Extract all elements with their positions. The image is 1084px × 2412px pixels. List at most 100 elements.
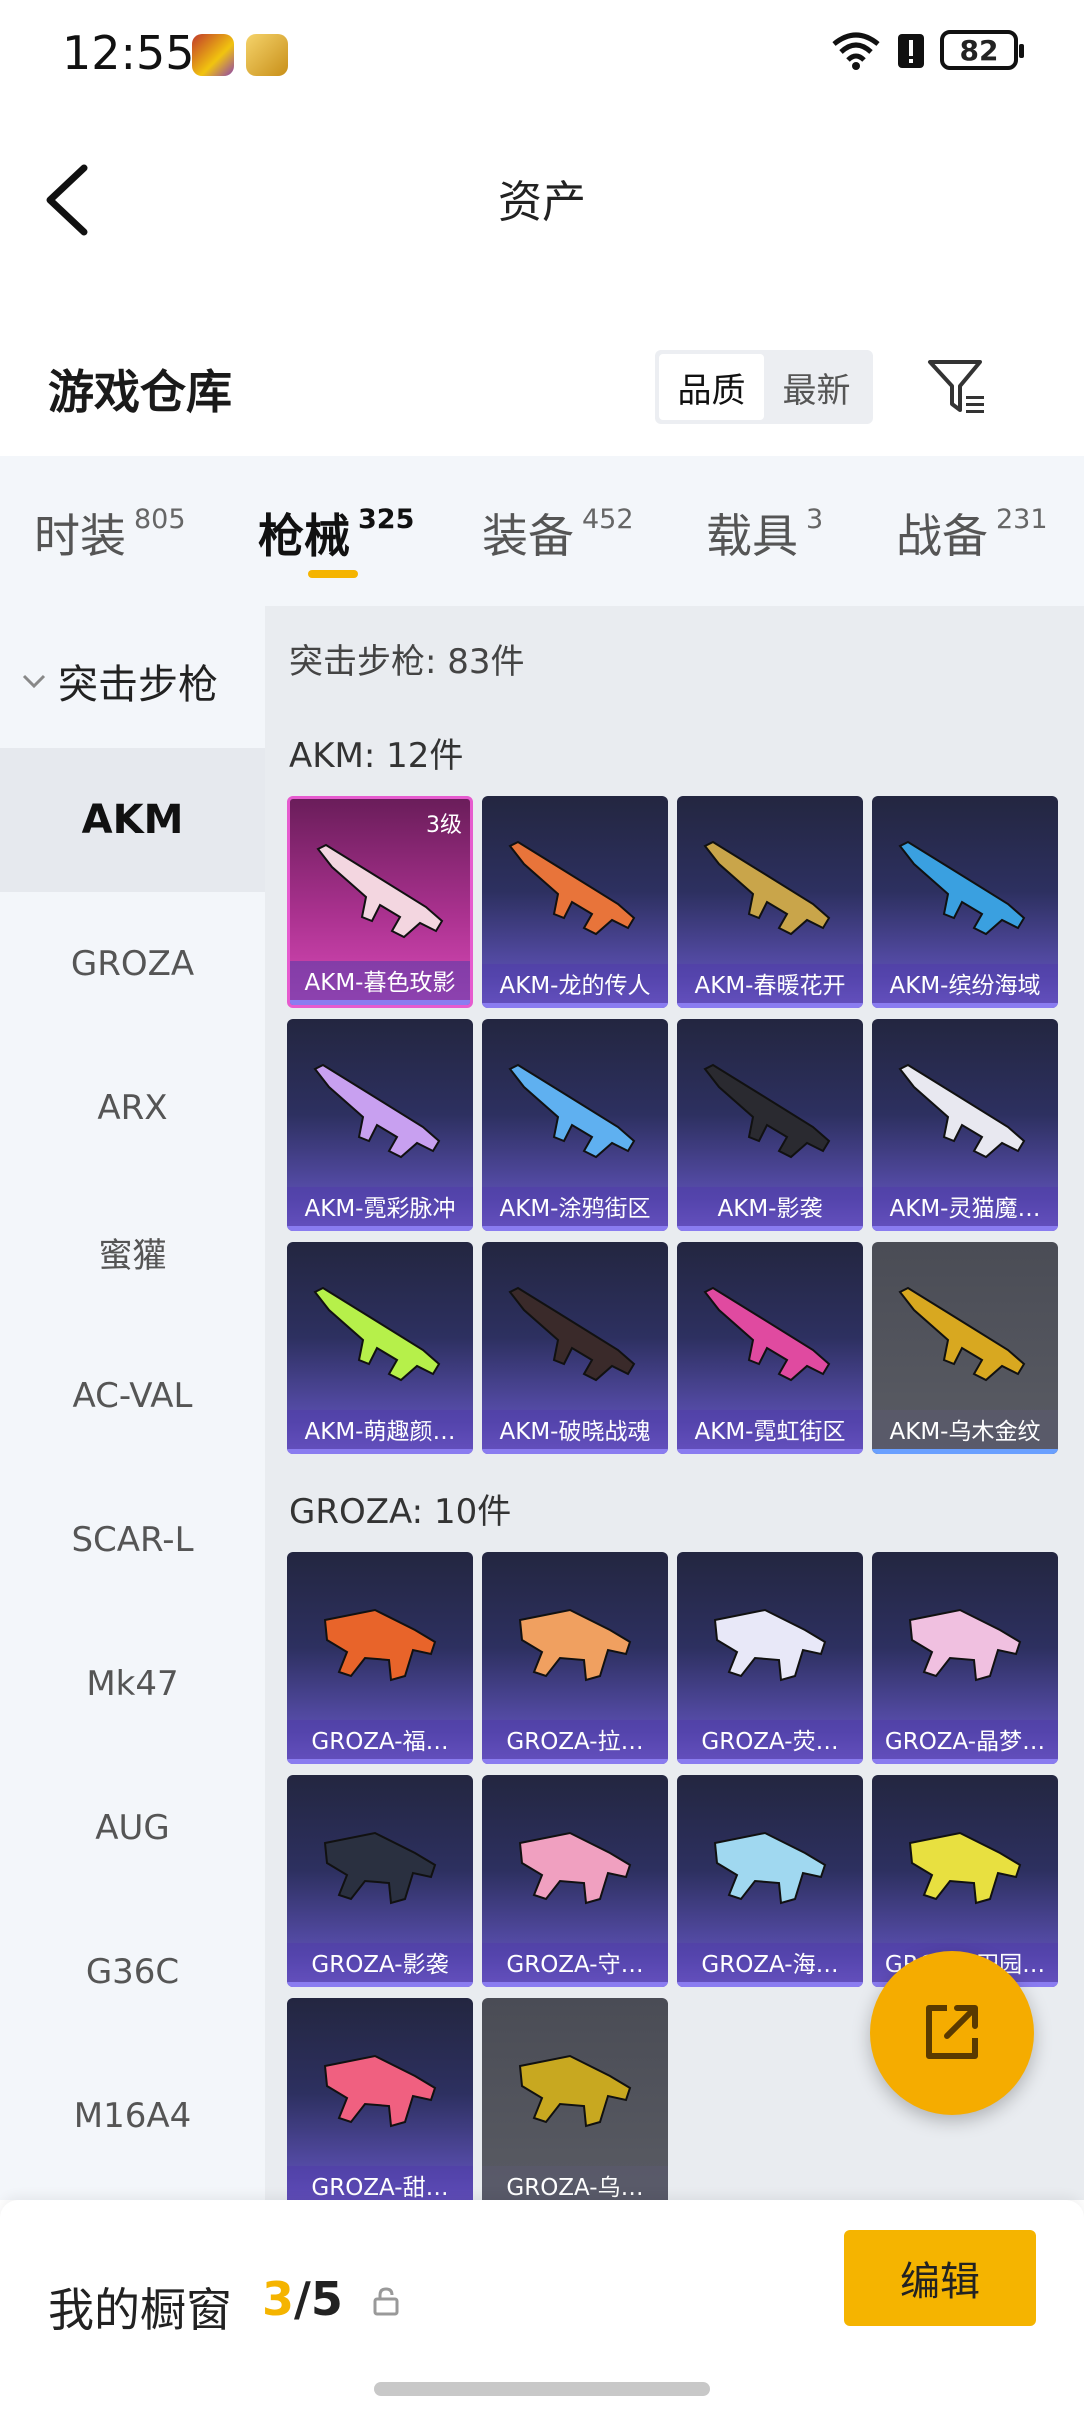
weapon-image bbox=[908, 1608, 1022, 1682]
sidebar-item-scar-l[interactable]: SCAR-L bbox=[0, 1468, 265, 1612]
sidebar-item-akm[interactable]: AKM bbox=[0, 748, 265, 892]
filter-icon[interactable] bbox=[926, 356, 990, 416]
weapon-image bbox=[323, 1608, 437, 1682]
weapon-card[interactable]: AKM-霓虹街区 bbox=[677, 1242, 863, 1454]
weapon-card[interactable]: GROZA-海… bbox=[677, 1775, 863, 1987]
group-title-akm: AKM: 12件 bbox=[289, 736, 464, 776]
weapon-card[interactable]: AKM-霓彩脉冲 bbox=[287, 1019, 473, 1231]
sidebar-category[interactable]: 突击步枪 bbox=[20, 652, 218, 710]
tab-vehicles[interactable]: 载具 3 bbox=[706, 500, 823, 566]
weapon-name: AKM-春暖花开 bbox=[677, 964, 863, 1008]
weapon-card[interactable]: AKM-春暖花开 bbox=[677, 796, 863, 1008]
weapon-card[interactable]: 3级 AKM-暮色玫影 bbox=[287, 796, 473, 1008]
weapon-name: AKM-乌木金纹 bbox=[872, 1410, 1058, 1454]
chevron-down-icon bbox=[22, 674, 46, 689]
weapon-image bbox=[898, 1063, 1026, 1159]
weapon-card[interactable]: AKM-涂鸦街区 bbox=[482, 1019, 668, 1231]
weapon-card[interactable]: AKM-灵猫魔… bbox=[872, 1019, 1058, 1231]
quality-bar bbox=[482, 1226, 668, 1231]
weapon-name: GROZA-荧… bbox=[677, 1720, 863, 1764]
edit-button[interactable]: 编辑 bbox=[844, 2230, 1036, 2326]
showcase-current: 3 bbox=[262, 2272, 295, 2326]
group-title-groza: GROZA: 10件 bbox=[289, 1492, 512, 1532]
sidebar-item-arx[interactable]: ARX bbox=[0, 1036, 265, 1180]
weapon-card[interactable]: GROZA-福… bbox=[287, 1552, 473, 1764]
title-bar: 资产 bbox=[0, 130, 1084, 260]
quality-bar bbox=[482, 1003, 668, 1008]
tab-count: 452 bbox=[582, 504, 634, 535]
weapon-card[interactable]: GROZA-甜… bbox=[287, 1998, 473, 2200]
weapon-card[interactable]: GROZA-影袭 bbox=[287, 1775, 473, 1987]
sidebar-item-g36c[interactable]: G36C bbox=[0, 1900, 265, 2044]
quality-bar bbox=[677, 1449, 863, 1454]
weapon-image bbox=[518, 1831, 632, 1905]
wifi-icon bbox=[832, 32, 880, 70]
share-fab[interactable] bbox=[870, 1951, 1034, 2115]
tab-equipment[interactable]: 装备 452 bbox=[482, 500, 634, 566]
weapon-card[interactable]: AKM-龙的传人 bbox=[482, 796, 668, 1008]
section-title: 游戏仓库 bbox=[48, 365, 232, 419]
weapon-name: GROZA-福… bbox=[287, 1720, 473, 1764]
weapon-card[interactable]: GROZA-拉… bbox=[482, 1552, 668, 1764]
tab-label: 装备 bbox=[482, 509, 574, 563]
weapon-card[interactable]: GROZA-荧… bbox=[677, 1552, 863, 1764]
weapon-image bbox=[908, 1831, 1022, 1905]
alert-icon bbox=[898, 34, 924, 68]
sidebar-item-ac-val[interactable]: AC-VAL bbox=[0, 1324, 265, 1468]
active-tab-indicator bbox=[308, 570, 358, 578]
tab-count: 325 bbox=[358, 504, 415, 535]
category-summary: 突击步枪: 83件 bbox=[289, 642, 525, 682]
weapon-name: AKM-缤纷海域 bbox=[872, 964, 1058, 1008]
game-app-icon bbox=[192, 34, 234, 76]
sidebar-item-groza[interactable]: GROZA bbox=[0, 892, 265, 1036]
weapon-image bbox=[713, 1608, 827, 1682]
tab-gear[interactable]: 战备 231 bbox=[896, 500, 1048, 566]
weapon-name: GROZA-海… bbox=[677, 1943, 863, 1987]
weapon-card[interactable]: AKM-乌木金纹 bbox=[872, 1242, 1058, 1454]
weapon-image bbox=[898, 1286, 1026, 1382]
weapon-card[interactable]: GROZA-乌… bbox=[482, 1998, 668, 2200]
quality-bar bbox=[287, 1226, 473, 1231]
sidebar-category-label: 突击步枪 bbox=[58, 662, 218, 708]
weapon-image bbox=[518, 2054, 632, 2128]
tab-count: 3 bbox=[806, 504, 824, 535]
weapon-card[interactable]: AKM-萌趣颜… bbox=[287, 1242, 473, 1454]
weapon-card[interactable]: AKM-影袭 bbox=[677, 1019, 863, 1231]
weapon-image bbox=[316, 843, 444, 939]
tab-fashion[interactable]: 时装 805 bbox=[34, 500, 186, 566]
tab-count: 805 bbox=[134, 504, 186, 535]
tab-label: 载具 bbox=[706, 509, 798, 563]
game-app-icon bbox=[246, 34, 288, 76]
tab-label: 枪械 bbox=[258, 509, 350, 563]
sidebar-item-m16a4[interactable]: M16A4 bbox=[0, 2044, 265, 2188]
page-title: 资产 bbox=[498, 177, 586, 228]
weapon-image bbox=[703, 1286, 831, 1382]
tab-label: 时装 bbox=[34, 509, 126, 563]
sort-quality-button[interactable]: 品质 bbox=[659, 354, 764, 420]
sidebar-item-aug[interactable]: AUG bbox=[0, 1756, 265, 1900]
tab-guns[interactable]: 枪械 325 bbox=[258, 500, 414, 566]
weapon-name: GROZA-拉… bbox=[482, 1720, 668, 1764]
weapon-name: GROZA-守… bbox=[482, 1943, 668, 1987]
weapon-image bbox=[323, 2054, 437, 2128]
sidebar-item-honey-badger[interactable]: 蜜獾 bbox=[0, 1180, 265, 1324]
showcase-count: 3/5 bbox=[262, 2272, 343, 2326]
weapon-card[interactable]: GROZA-晶梦… bbox=[872, 1552, 1058, 1764]
weapon-card[interactable]: GROZA-守… bbox=[482, 1775, 668, 1987]
weapon-card[interactable]: AKM-破晓战魂 bbox=[482, 1242, 668, 1454]
sort-latest-button[interactable]: 最新 bbox=[764, 354, 869, 420]
weapon-name: AKM-灵猫魔… bbox=[872, 1187, 1058, 1231]
home-indicator bbox=[374, 2382, 710, 2396]
status-time: 12:55 bbox=[62, 26, 195, 80]
showcase-total: /5 bbox=[294, 2272, 343, 2326]
weapon-name: AKM-破晓战魂 bbox=[482, 1410, 668, 1454]
tab-label: 战备 bbox=[896, 509, 988, 563]
quality-bar bbox=[677, 1759, 863, 1764]
weapon-card[interactable]: AKM-缤纷海域 bbox=[872, 796, 1058, 1008]
quality-bar bbox=[482, 1759, 668, 1764]
weapon-image bbox=[508, 1063, 636, 1159]
sort-toggle: 品质 最新 bbox=[655, 350, 873, 424]
weapon-image bbox=[323, 1831, 437, 1905]
sidebar-item-mk47[interactable]: Mk47 bbox=[0, 1612, 265, 1756]
quality-bar bbox=[287, 1759, 473, 1764]
